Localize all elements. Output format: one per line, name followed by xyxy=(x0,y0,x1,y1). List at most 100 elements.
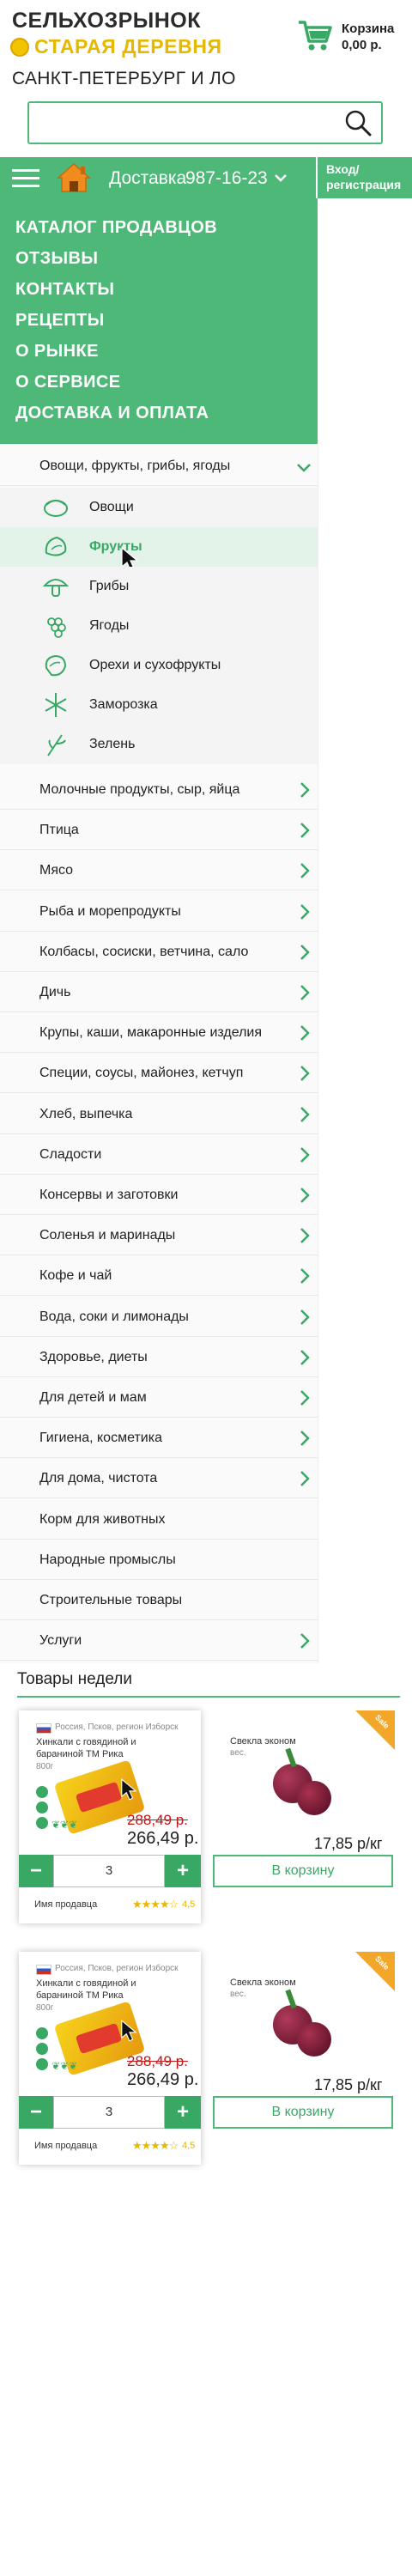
chevron-right-icon[interactable] xyxy=(299,1105,311,1124)
seller-name[interactable]: Имя продавца xyxy=(34,1899,97,1910)
phone-number[interactable]: 987-16-23 xyxy=(185,168,268,189)
cart-sum[interactable]: 0,00 р. xyxy=(342,38,382,52)
chevron-right-icon[interactable] xyxy=(299,983,311,1002)
rating-value: 4,5 xyxy=(182,1899,196,1910)
region-label[interactable]: САНКТ-ПЕТЕРБУРГ И ЛО xyxy=(12,69,236,89)
quantity-minus-button[interactable]: − xyxy=(19,1855,53,1887)
rating-value: 4,5 xyxy=(182,2141,196,2151)
search-icon[interactable] xyxy=(343,108,373,137)
home-icon[interactable] xyxy=(57,162,91,193)
quantity-input[interactable]: 3 xyxy=(53,1855,165,1887)
mouse-cursor-icon xyxy=(121,1778,137,1801)
vegetables-icon xyxy=(44,500,68,517)
fruit-icon xyxy=(45,536,67,556)
menu-item-contacts[interactable]: КОНТАКТЫ xyxy=(15,280,114,300)
category-label: Для детей и мам xyxy=(39,1390,147,1405)
chevron-right-icon[interactable] xyxy=(299,1024,311,1042)
beet-image[interactable] xyxy=(297,2022,331,2057)
chevron-right-icon[interactable] xyxy=(299,1388,311,1407)
menu-item-reviews[interactable]: ОТЗЫВЫ xyxy=(15,249,98,269)
sun-logo-icon xyxy=(10,38,29,57)
menu-item-about-market[interactable]: О РЫНКЕ xyxy=(15,342,99,361)
chevron-right-icon[interactable] xyxy=(299,1308,311,1327)
category-label: Дичь xyxy=(39,985,71,999)
product-weight: 800г xyxy=(36,1762,54,1771)
category-label: Колбасы, сосиски, ветчина, сало xyxy=(39,945,249,959)
category-label: Здоровье, диеты xyxy=(39,1350,148,1364)
mouse-cursor-icon xyxy=(121,2020,137,2042)
russia-flag-icon xyxy=(36,1965,52,1975)
chevron-right-icon[interactable] xyxy=(299,1469,311,1488)
eco-badge-icon xyxy=(36,2027,48,2039)
login-label[interactable]: Вход/ регистрация xyxy=(326,161,409,192)
leaf-icon: ❦❦❦ xyxy=(52,1819,78,1831)
chevron-down-icon[interactable] xyxy=(295,462,312,474)
new-price: 266,49 р. xyxy=(127,1829,199,1848)
product-name[interactable]: Хинкали с говядиной и бараниной ТМ Рика xyxy=(36,1736,182,1760)
snowflake-icon xyxy=(45,693,67,717)
chevron-right-icon[interactable] xyxy=(299,1186,311,1205)
category-label: Овощи, фрукты, грибы, ягоды xyxy=(39,459,231,473)
category-label: Строительные товары xyxy=(39,1593,183,1607)
menu-item-recipes[interactable]: РЕЦЕПТЫ xyxy=(15,311,105,331)
category-label: Для дома, чистота xyxy=(39,1471,158,1485)
rating-stars-icon: ★★★★☆ xyxy=(132,1898,179,1911)
nuts-icon xyxy=(45,654,67,677)
cart-icon[interactable] xyxy=(297,19,333,53)
price-per-kg: 17,85 р/кг xyxy=(314,1835,383,1852)
product-name[interactable]: Хинкали с говядиной и бараниной ТМ Рика xyxy=(36,1978,182,2002)
subcategory-label: Овощи xyxy=(89,500,134,514)
chevron-right-icon[interactable] xyxy=(299,781,311,799)
eco-badge-icon xyxy=(36,2058,48,2070)
old-price: 288,49 р. xyxy=(127,2053,188,2069)
category-label: Молочные продукты, сыр, яйца xyxy=(39,782,240,797)
search-input[interactable] xyxy=(27,101,383,144)
chevron-right-icon[interactable] xyxy=(299,1145,311,1164)
chevron-right-icon[interactable] xyxy=(299,1267,311,1285)
section-divider xyxy=(17,1696,400,1698)
chevron-right-icon[interactable] xyxy=(299,1064,311,1083)
quantity-plus-button[interactable]: + xyxy=(165,1855,201,1887)
quantity-minus-button[interactable]: − xyxy=(19,2096,53,2129)
chevron-right-icon[interactable] xyxy=(299,1226,311,1245)
subcategory-label: Заморозка xyxy=(89,697,158,712)
menu-item-delivery-payment[interactable]: ДОСТАВКА И ОПЛАТА xyxy=(15,404,209,423)
chevron-right-icon[interactable] xyxy=(299,1429,311,1448)
logo-subtitle[interactable]: СТАРАЯ ДЕРЕВНЯ xyxy=(34,35,222,58)
product-weight: 800г xyxy=(36,2003,54,2013)
menu-burger-icon[interactable] xyxy=(12,166,39,190)
subcategory-label: Зелень xyxy=(89,737,136,751)
subcategory-label: Ягоды xyxy=(89,618,130,633)
category-label: Соленья и маринады xyxy=(39,1228,176,1242)
chevron-right-icon[interactable] xyxy=(299,902,311,921)
add-to-cart-button[interactable]: В корзину xyxy=(213,2096,393,2129)
delivery-label[interactable]: Доставка xyxy=(109,168,186,189)
add-to-cart-button[interactable]: В корзину xyxy=(213,1855,393,1887)
cart-label[interactable]: Корзина xyxy=(342,21,394,36)
category-label: Корм для животных xyxy=(39,1512,166,1527)
seller-name[interactable]: Имя продавца xyxy=(34,2141,97,2151)
category-label: Услуги xyxy=(39,1633,82,1648)
quantity-input[interactable]: 3 xyxy=(53,2096,165,2129)
price-per-kg: 17,85 р/кг xyxy=(314,2076,383,2093)
beet-image[interactable] xyxy=(297,1781,331,1815)
chevron-right-icon[interactable] xyxy=(299,943,311,962)
chevron-right-icon[interactable] xyxy=(299,861,311,880)
quantity-plus-button[interactable]: + xyxy=(165,2096,201,2129)
chevron-right-icon[interactable] xyxy=(299,1348,311,1367)
product-name[interactable]: Свекла эконом xyxy=(230,1978,296,1988)
section-title: Товары недели xyxy=(17,1670,133,1688)
chevron-right-icon[interactable] xyxy=(299,1631,311,1650)
product-weight: вес. xyxy=(230,1990,246,1999)
rating-stars-icon: ★★★★☆ xyxy=(132,2139,179,2152)
menu-item-sellers[interactable]: КАТАЛОГ ПРОДАВЦОВ xyxy=(15,218,217,238)
chevron-right-icon[interactable] xyxy=(299,821,311,840)
chevron-down-icon[interactable] xyxy=(273,172,288,184)
category-label: Хлеб, выпечка xyxy=(39,1107,133,1121)
product-name[interactable]: Свекла эконом xyxy=(230,1736,296,1747)
product-region: Россия, Псков, регион Изборск xyxy=(55,1964,179,1973)
new-price: 266,49 р. xyxy=(127,2070,199,2089)
subcategory-label: Грибы xyxy=(89,579,130,593)
menu-item-about-service[interactable]: О СЕРВИСЕ xyxy=(15,373,120,392)
logo-title[interactable]: СЕЛЬХОЗРЫНОК xyxy=(12,9,201,33)
